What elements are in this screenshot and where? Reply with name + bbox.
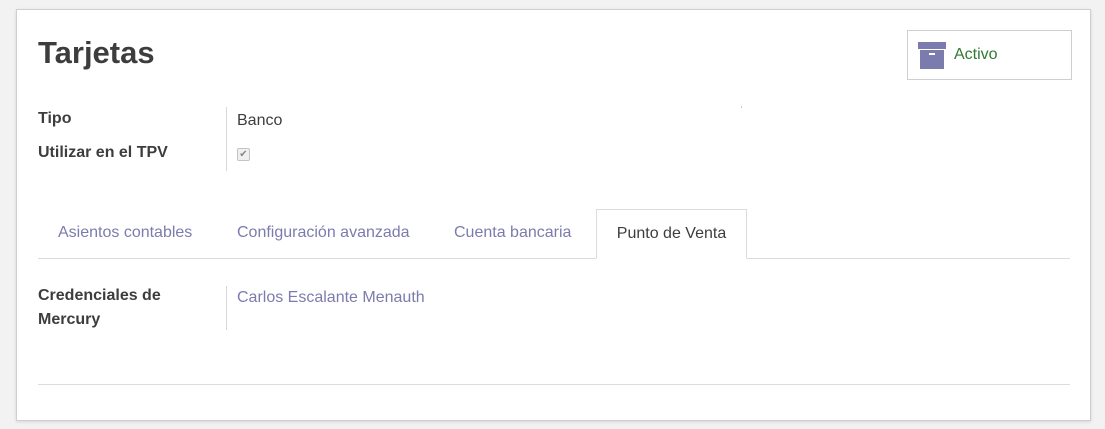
field-value-tipo: Banco [237, 112, 283, 129]
page-title: Tarjetas [38, 35, 155, 70]
field-label-tipo: Tipo [38, 110, 72, 127]
tab-cuenta-bancaria[interactable]: Cuenta bancaria [454, 209, 571, 259]
field-separator [226, 286, 227, 330]
tpv-checkbox[interactable]: ✔ [237, 148, 250, 161]
divider [38, 384, 1070, 385]
archive-icon [918, 41, 946, 69]
credentials-link[interactable]: Carlos Escalante Menauth [237, 286, 425, 310]
tab-punto-de-venta[interactable]: Punto de Venta [596, 209, 747, 259]
form-sheet: Tarjetas Activo Tipo Banco Utilizar en e… [16, 9, 1091, 421]
archive-status-label: Activo [954, 46, 998, 63]
divider-dot [741, 106, 742, 108]
field-label-tpv: Utilizar en el TPV [38, 144, 168, 161]
check-icon: ✔ [239, 148, 248, 160]
notebook-tabs: Asientos contables Configuración avanzad… [38, 209, 1070, 259]
field-label-credenciales-line1: Credenciales de [38, 287, 161, 304]
tab-asientos-contables[interactable]: Asientos contables [58, 209, 192, 259]
tab-configuracion-avanzada[interactable]: Configuración avanzada [237, 209, 410, 259]
field-label-credenciales-line2: Mercury [38, 311, 101, 328]
field-label-credenciales: Credenciales de Mercury [38, 284, 161, 332]
archive-toggle-button[interactable]: Activo [907, 30, 1072, 80]
field-separator [226, 107, 227, 171]
